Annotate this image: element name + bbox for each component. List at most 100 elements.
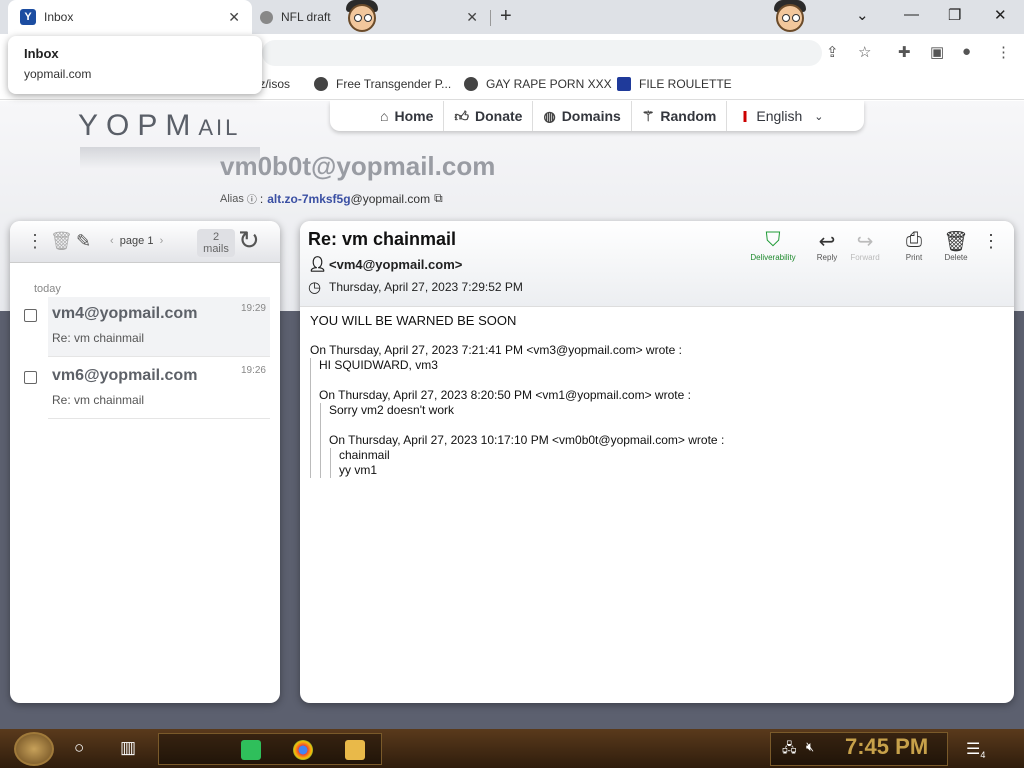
mail-list-item[interactable]: vm6@yopmail.com Re: vm chainmail 19:26 — [48, 359, 270, 419]
quote-header: On Thursday, April 27, 2023 8:20:50 PM <… — [319, 388, 691, 402]
inbox-toolbar: ⋮ 🗑︎ ✎ ‹ page 1 › 2 mails ↻ — [10, 221, 280, 263]
side-panel-icon[interactable]: ▣ — [930, 43, 944, 61]
bookmark-item[interactable]: GAY RAPE PORN XXX — [464, 77, 612, 91]
forward-icon: ↪ — [856, 231, 874, 253]
new-tab-button[interactable]: + — [500, 5, 512, 28]
bookmark-favicon-icon — [617, 77, 631, 91]
message-date: ◷ Thursday, April 27, 2023 7:29:52 PM — [308, 279, 523, 296]
language-selector[interactable]: English ⌄ — [727, 101, 833, 131]
close-tab-icon[interactable]: ✕ — [228, 9, 240, 26]
windows-taskbar: ○ ▥ 🖧︎ 🔇︎ 7:45 PM ☰4 — [0, 729, 1024, 768]
bookmark-favicon-icon — [314, 77, 328, 91]
bookmark-item[interactable]: FILE ROULETTE — [617, 77, 732, 91]
mail-count-badge: 2 mails — [197, 229, 235, 257]
taskbar-clock[interactable]: 7:45 PM — [845, 734, 928, 760]
deliverability-button[interactable]: ⛉ Deliverability — [748, 229, 798, 262]
globe-icon: ◍ — [543, 107, 556, 124]
pager: ‹ page 1 › — [110, 235, 164, 247]
message-sender: 👤︎ <vm4@yopmail.com> — [308, 256, 463, 273]
alias-row: Alias ⓘ : alt.zo-7mksf5g @yopmail.com ⧉ — [220, 191, 443, 206]
top-navigation: ⌂ Home 👍︎ Donate ◍ Domains ⚚ Random Engl… — [330, 101, 864, 131]
restore-icon[interactable]: ❐ — [948, 6, 961, 24]
nav-domains[interactable]: ◍ Domains — [533, 101, 632, 131]
inbox-panel: ⋮ 🗑︎ ✎ ‹ page 1 › 2 mails ↻ today vm4@yo… — [10, 221, 280, 703]
yopmail-logo[interactable]: YOPMAIL — [78, 109, 240, 143]
chrome-icon[interactable] — [293, 740, 313, 760]
start-button[interactable] — [14, 732, 54, 766]
minimize-icon[interactable]: — — [904, 6, 919, 23]
close-window-icon[interactable]: ✕ — [994, 6, 1007, 24]
refresh-icon[interactable]: ↻ — [238, 225, 260, 256]
trash-icon[interactable]: 🗑︎ — [50, 231, 73, 252]
extensions-icon[interactable]: ✚ — [898, 43, 911, 61]
delete-button[interactable]: 🗑︎ Delete — [931, 229, 981, 262]
quote-text: chainmail — [339, 448, 390, 462]
tab-label: NFL draft — [281, 10, 331, 24]
home-icon: ⌂ — [380, 108, 389, 124]
cartoon-character-decoration — [768, 0, 812, 36]
mail-checkbox[interactable] — [24, 371, 37, 384]
muted-volume-icon[interactable]: 🔇︎ — [806, 739, 814, 755]
globe-icon — [464, 77, 478, 91]
chevron-down-icon: ⌄ — [814, 110, 824, 123]
nav-home[interactable]: ⌂ Home — [370, 101, 445, 131]
message-header: Re: vm chainmail 👤︎ <vm4@yopmail.com> ◷ … — [300, 221, 1014, 307]
alias-name[interactable]: alt.zo-7mksf5g — [267, 192, 350, 206]
quote-text: yy vm1 — [339, 463, 378, 477]
shield-check-icon: ⛉ — [765, 229, 781, 251]
tab-search-icon[interactable]: ⌄ — [856, 6, 869, 24]
date-group-label: today — [34, 283, 61, 295]
profile-avatar-icon[interactable]: ● — [962, 43, 971, 60]
quote-text: Sorry vm2 doesn't work — [329, 403, 454, 417]
thumbs-up-icon: 👍︎ — [454, 107, 470, 124]
cartoon-character-decoration — [340, 0, 384, 36]
previous-page-icon[interactable]: ‹ — [110, 235, 114, 247]
bookmark-item[interactable]: Free Transgender P... — [314, 77, 451, 91]
task-view-icon[interactable]: ▥ — [120, 738, 136, 758]
quote-header: On Thursday, April 27, 2023 10:17:10 PM … — [329, 433, 725, 447]
tooltip-subtitle: yopmail.com — [24, 67, 92, 81]
info-icon[interactable]: ⓘ — [247, 191, 257, 206]
forward-button[interactable]: ↪ Forward — [840, 229, 890, 262]
bookmark-star-icon[interactable]: ☆ — [858, 43, 871, 61]
more-options-icon[interactable]: ⋮ — [982, 231, 1000, 252]
cortana-icon[interactable]: ○ — [74, 738, 84, 758]
tab-separator — [490, 10, 491, 26]
person-icon: 👤︎ — [308, 256, 328, 273]
copy-icon[interactable]: ⧉ — [434, 191, 443, 206]
yopmail-favicon-icon: Y — [20, 9, 36, 25]
uk-flag-icon — [737, 110, 754, 122]
mail-checkbox[interactable] — [24, 309, 37, 322]
mail-list-item[interactable]: vm4@yopmail.com Re: vm chainmail 19:29 — [48, 297, 270, 357]
quote-header: On Thursday, April 27, 2023 7:21:41 PM <… — [310, 343, 682, 357]
notes-app-icon[interactable] — [241, 740, 261, 760]
clock-icon: ◷ — [308, 279, 322, 296]
trash-icon: 🗑︎ — [943, 231, 969, 253]
address-bar[interactable] — [262, 40, 822, 66]
globe-favicon-icon — [260, 10, 273, 24]
menu-icon[interactable]: ⋮ — [26, 231, 44, 252]
tab-strip: Y Inbox ✕ NFL draft ✕ + ⌄ — ❐ ✕ — [0, 0, 1024, 34]
tab-hover-tooltip: Inbox yopmail.com — [8, 36, 262, 94]
quote-text: HI SQUIDWARD, vm3 — [319, 358, 438, 372]
magic-wand-icon: ⚚ — [641, 107, 655, 124]
browser-menu-icon[interactable]: ⋮ — [996, 43, 1011, 61]
nav-donate[interactable]: 👍︎ Donate — [444, 101, 534, 131]
file-explorer-icon[interactable] — [345, 740, 365, 760]
next-page-icon[interactable]: › — [160, 235, 164, 247]
message-body: YOU WILL BE WARNED BE SOON On Thursday, … — [310, 313, 1004, 478]
tab-inbox[interactable]: Y Inbox ✕ — [8, 0, 252, 34]
yopmail-page: YOPMAIL ⌂ Home 👍︎ Donate ◍ Domains ⚚ Ran… — [0, 101, 1024, 729]
alias-domain: @yopmail.com — [350, 191, 431, 206]
message-panel: Re: vm chainmail 👤︎ <vm4@yopmail.com> ◷ … — [300, 221, 1014, 703]
close-tab-icon[interactable]: ✕ — [466, 9, 478, 26]
share-icon[interactable]: ⇪ — [826, 43, 839, 61]
inbox-email-address: vm0b0t@yopmail.com — [220, 151, 496, 181]
pinned-apps — [158, 733, 382, 765]
tooltip-title: Inbox — [24, 46, 59, 61]
notification-center-icon[interactable]: ☰4 — [966, 739, 985, 760]
message-subject: Re: vm chainmail — [308, 229, 457, 249]
compose-icon[interactable]: ✎ — [76, 231, 91, 252]
network-icon[interactable]: 🖧︎ — [782, 739, 797, 761]
nav-random[interactable]: ⚚ Random — [632, 101, 728, 131]
